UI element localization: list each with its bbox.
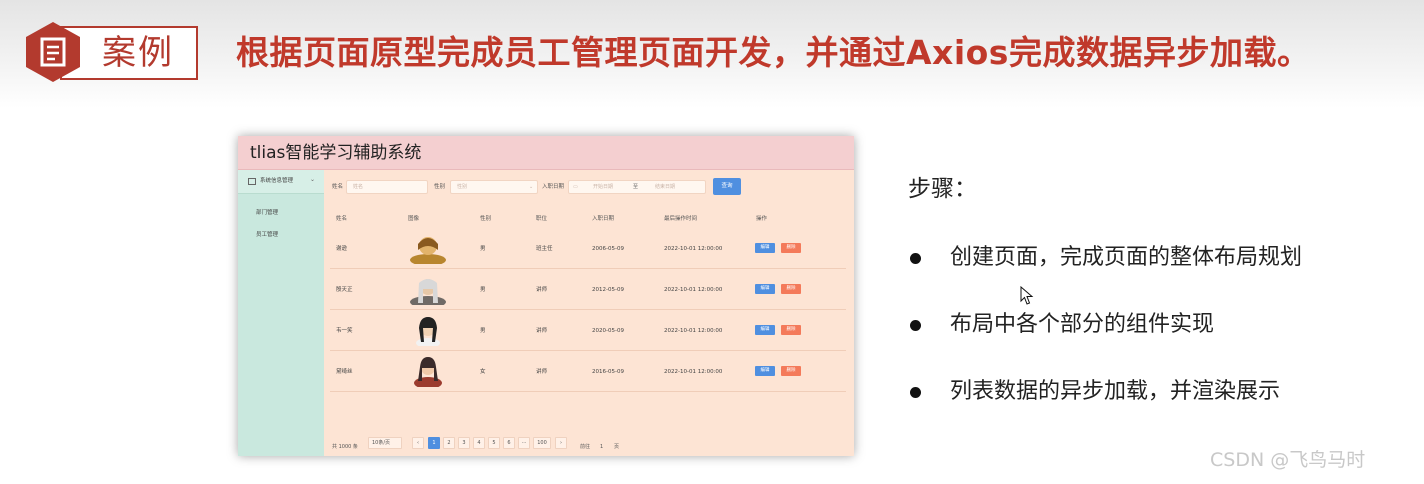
delete-button[interactable]: 删除 bbox=[781, 284, 801, 294]
th-image: 图像 bbox=[408, 216, 420, 222]
range-separator: 至 bbox=[633, 184, 639, 190]
edit-button[interactable]: 编辑 bbox=[755, 366, 775, 376]
mouse-cursor-icon bbox=[1020, 286, 1034, 305]
page-button-100[interactable]: 100 bbox=[533, 437, 551, 449]
step-1: 创建页面，完成页面的整体布局规划 bbox=[950, 245, 1303, 270]
page-button-6[interactable]: 6 bbox=[503, 437, 515, 449]
th-update-time: 最后操作时间 bbox=[664, 216, 698, 222]
cell-entry-date: 2006-05-09 bbox=[592, 246, 624, 252]
app-header: tlias智能学习辅助系统 bbox=[238, 136, 854, 170]
chevron-down-icon: ⌄ bbox=[310, 176, 316, 183]
delete-button[interactable]: 删除 bbox=[781, 325, 801, 335]
th-actions: 操作 bbox=[756, 216, 768, 222]
delete-button[interactable]: 删除 bbox=[781, 366, 801, 376]
avatar bbox=[410, 279, 446, 305]
gender-placeholder: 性别 bbox=[457, 184, 468, 190]
chevron-down-icon: ⌄ bbox=[529, 184, 534, 190]
sidebar-group-system[interactable]: 系统信息管理 ⌄ bbox=[238, 170, 324, 194]
edit-button[interactable]: 编辑 bbox=[755, 284, 775, 294]
page-button-3[interactable]: 3 bbox=[458, 437, 470, 449]
steps-title: 步骤： bbox=[908, 176, 977, 202]
cell-gender: 女 bbox=[480, 369, 486, 375]
name-input[interactable]: 姓名 bbox=[346, 180, 428, 194]
page-size-select[interactable]: 10条/页 bbox=[368, 437, 402, 449]
sidebar-group-label: 系统信息管理 bbox=[260, 178, 294, 184]
step-3: 列表数据的异步加载，并渲染展示 bbox=[950, 379, 1281, 404]
th-name: 姓名 bbox=[336, 216, 348, 222]
app-screenshot: tlias智能学习辅助系统 系统信息管理 ⌄ 部门管理 员工管理 姓名 姓名 性… bbox=[238, 136, 854, 456]
page-button-2[interactable]: 2 bbox=[443, 437, 455, 449]
sidebar-item-dept[interactable]: 部门管理 bbox=[256, 208, 278, 218]
bullet-icon bbox=[910, 253, 921, 264]
gender-label: 性别 bbox=[434, 184, 446, 190]
step-2: 布局中各个部分的组件实现 bbox=[950, 312, 1215, 337]
delete-button[interactable]: 删除 bbox=[781, 243, 801, 253]
name-label: 姓名 bbox=[332, 184, 344, 190]
bullet-icon bbox=[910, 320, 921, 331]
name-placeholder: 姓名 bbox=[353, 184, 364, 190]
pagination-total: 共 1000 条 bbox=[332, 444, 358, 450]
edit-button[interactable]: 编辑 bbox=[755, 243, 775, 253]
next-page-button[interactable]: › bbox=[555, 437, 567, 449]
th-job: 职位 bbox=[536, 216, 548, 222]
goto-input[interactable]: 1 bbox=[600, 442, 603, 452]
date-range-picker[interactable]: ▭ 开始日期 至 结束日期 bbox=[568, 180, 706, 194]
slide-title: 根据页面原型完成员工管理页面开发，并通过Axios完成数据异步加载。 bbox=[236, 33, 1311, 72]
edit-button[interactable]: 编辑 bbox=[755, 325, 775, 335]
th-entry-date: 入职日期 bbox=[592, 216, 615, 222]
cell-update-time: 2022-10-01 12:00:00 bbox=[664, 328, 723, 334]
table-row: 殷天正 男 讲师 2012-05-09 2022-10-01 12:00:00 … bbox=[330, 269, 846, 310]
document-icon bbox=[26, 22, 80, 82]
case-tag-label: 案例 bbox=[102, 33, 174, 73]
sidebar: 系统信息管理 ⌄ 部门管理 员工管理 bbox=[238, 170, 324, 456]
th-gender: 性别 bbox=[480, 216, 492, 222]
cell-name: 殷天正 bbox=[336, 287, 353, 293]
page-size-value: 10条/页 bbox=[372, 440, 391, 446]
cell-name: 黛绮丝 bbox=[336, 369, 353, 375]
cell-update-time: 2022-10-01 12:00:00 bbox=[664, 287, 723, 293]
cell-job: 班主任 bbox=[536, 246, 553, 252]
cell-update-time: 2022-10-01 12:00:00 bbox=[664, 246, 723, 252]
cell-entry-date: 2020-05-09 bbox=[592, 328, 624, 334]
query-button[interactable]: 查询 bbox=[713, 178, 741, 195]
avatar bbox=[414, 357, 442, 387]
start-date-placeholder: 开始日期 bbox=[593, 184, 614, 190]
sidebar-item-emp[interactable]: 员工管理 bbox=[256, 230, 278, 240]
table-row: 韦一笑 男 讲师 2020-05-09 2022-10-01 12:00:00 … bbox=[330, 310, 846, 351]
cell-entry-date: 2016-05-09 bbox=[592, 369, 624, 375]
cell-entry-date: 2012-05-09 bbox=[592, 287, 624, 293]
page-ellipsis[interactable]: ··· bbox=[518, 437, 530, 449]
cell-update-time: 2022-10-01 12:00:00 bbox=[664, 369, 723, 375]
message-icon bbox=[248, 178, 256, 185]
cell-job: 讲师 bbox=[536, 369, 548, 375]
page-button-1[interactable]: 1 bbox=[428, 437, 440, 449]
cell-gender: 男 bbox=[480, 287, 486, 293]
table-row: 谢逊 男 班主任 2006-05-09 2022-10-01 12:00:00 … bbox=[330, 228, 846, 269]
table-row: 黛绮丝 女 讲师 2016-05-09 2022-10-01 12:00:00 … bbox=[330, 351, 846, 392]
cell-name: 谢逊 bbox=[336, 246, 348, 252]
cell-gender: 男 bbox=[480, 328, 486, 334]
date-label: 入职日期 bbox=[542, 184, 565, 190]
avatar bbox=[410, 237, 446, 264]
calendar-icon: ▭ bbox=[573, 184, 578, 190]
watermark: CSDN @飞鸟马时 bbox=[1210, 449, 1366, 471]
prev-page-button[interactable]: ‹ bbox=[412, 437, 424, 449]
page-button-5[interactable]: 5 bbox=[488, 437, 500, 449]
page-button-4[interactable]: 4 bbox=[473, 437, 485, 449]
main-content: 姓名 姓名 性别 性别 ⌄ 入职日期 ▭ 开始日期 至 结束日期 查询 姓名 图… bbox=[324, 170, 854, 456]
cell-job: 讲师 bbox=[536, 328, 548, 334]
end-date-placeholder: 结束日期 bbox=[655, 184, 676, 190]
cell-name: 韦一笑 bbox=[336, 328, 353, 334]
gender-select[interactable]: 性别 ⌄ bbox=[450, 180, 538, 194]
row-divider bbox=[330, 391, 846, 392]
cell-job: 讲师 bbox=[536, 287, 548, 293]
avatar bbox=[416, 317, 440, 346]
bullet-icon bbox=[910, 387, 921, 398]
goto-label: 前往 bbox=[580, 444, 591, 450]
app-title: tlias智能学习辅助系统 bbox=[250, 143, 422, 163]
goto-suffix: 页 bbox=[614, 444, 620, 450]
slide-header: 案例 根据页面原型完成员工管理页面开发，并通过Axios完成数据异步加载。 bbox=[0, 0, 1424, 108]
cell-gender: 男 bbox=[480, 246, 486, 252]
